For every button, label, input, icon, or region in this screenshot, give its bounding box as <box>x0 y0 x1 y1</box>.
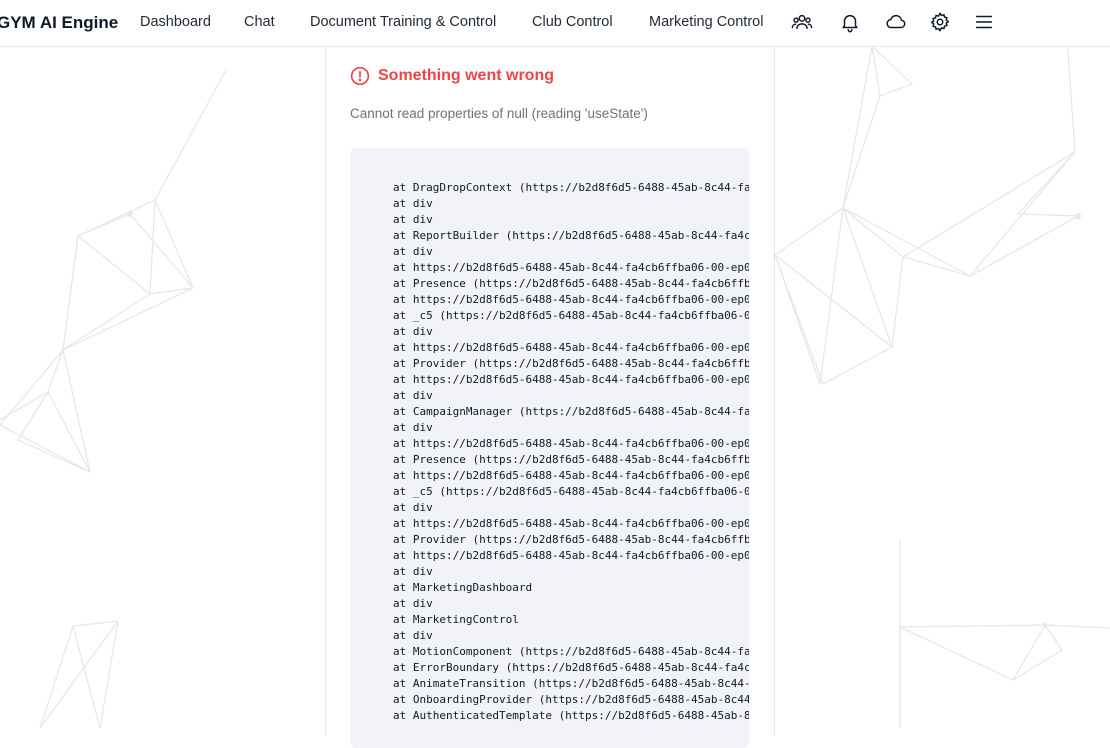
nav-document-training-control[interactable]: Document Training & Control <box>310 14 496 30</box>
stack-trace-line: at ErrorBoundary (https://b2d8f6d5-6488-… <box>393 661 749 674</box>
menu-icon[interactable] <box>973 11 995 33</box>
stack-trace-line: at Presence (https://b2d8f6d5-6488-45ab-… <box>393 453 749 466</box>
stack-trace-line: at AuthenticatedTemplate (https://b2d8f6… <box>393 709 749 722</box>
error-title: Something went wrong <box>378 67 554 84</box>
stack-trace-line: at div <box>393 389 433 402</box>
stack-trace-line: at https://b2d8f6d5-6488-45ab-8c44-fa4cb… <box>393 261 749 274</box>
nav-club-control[interactable]: Club Control <box>532 14 613 30</box>
error-card: Something went wrong Cannot read propert… <box>325 46 775 748</box>
nav-chat[interactable]: Chat <box>244 14 275 30</box>
users-icon[interactable] <box>791 11 813 33</box>
stack-trace-line: at div <box>393 325 433 338</box>
stack-trace-line: at Presence (https://b2d8f6d5-6488-45ab-… <box>393 277 749 290</box>
stack-trace-line: at AnimateTransition (https://b2d8f6d5-6… <box>393 677 749 690</box>
app-brand[interactable]: GYM AI Engine <box>0 13 118 33</box>
nav-marketing-control[interactable]: Marketing Control <box>649 14 763 30</box>
stack-trace-line: at div <box>393 421 433 434</box>
stack-trace-line: at div <box>393 501 433 514</box>
stack-trace-line: at _c5 (https://b2d8f6d5-6488-45ab-8c44-… <box>393 485 749 498</box>
gear-icon[interactable] <box>929 11 951 33</box>
stack-trace-line: at div <box>393 629 433 642</box>
error-message: Cannot read properties of null (reading … <box>350 106 648 121</box>
alert-circle-icon <box>350 66 370 86</box>
stack-trace-line: at MotionComponent (https://b2d8f6d5-648… <box>393 645 749 658</box>
stack-trace: at DragDropContext (https://b2d8f6d5-648… <box>393 180 749 724</box>
stack-trace-line: at div <box>393 597 433 610</box>
nav-dashboard[interactable]: Dashboard <box>140 14 211 30</box>
stack-trace-line: at ReportBuilder (https://b2d8f6d5-6488-… <box>393 229 749 242</box>
stack-trace-panel[interactable]: at DragDropContext (https://b2d8f6d5-648… <box>350 148 749 748</box>
stack-trace-line: at MarketingControl <box>393 613 519 626</box>
stack-trace-line: at MarketingDashboard <box>393 581 533 594</box>
stack-trace-line: at CampaignManager (https://b2d8f6d5-648… <box>393 405 749 418</box>
stack-trace-line: at https://b2d8f6d5-6488-45ab-8c44-fa4cb… <box>393 341 749 354</box>
stack-trace-line: at https://b2d8f6d5-6488-45ab-8c44-fa4cb… <box>393 517 749 530</box>
stack-trace-line: at div <box>393 197 433 210</box>
stack-trace-line: at div <box>393 213 433 226</box>
stack-trace-line: at https://b2d8f6d5-6488-45ab-8c44-fa4cb… <box>393 373 749 386</box>
bell-icon[interactable] <box>839 11 861 33</box>
stack-trace-line: at OnboardingProvider (https://b2d8f6d5-… <box>393 693 749 706</box>
stack-trace-line: at div <box>393 565 433 578</box>
top-navigation-bar: GYM AI Engine Dashboard Chat Document Tr… <box>0 0 1110 47</box>
stack-trace-line: at https://b2d8f6d5-6488-45ab-8c44-fa4cb… <box>393 293 749 306</box>
stack-trace-line: at Provider (https://b2d8f6d5-6488-45ab-… <box>393 533 749 546</box>
stack-trace-line: at div <box>393 245 433 258</box>
stack-trace-line: at https://b2d8f6d5-6488-45ab-8c44-fa4cb… <box>393 549 749 562</box>
stack-trace-line: at https://b2d8f6d5-6488-45ab-8c44-fa4cb… <box>393 437 749 450</box>
stack-trace-line: at https://b2d8f6d5-6488-45ab-8c44-fa4cb… <box>393 469 749 482</box>
cloud-icon[interactable] <box>885 11 907 33</box>
stack-trace-line: at _c5 (https://b2d8f6d5-6488-45ab-8c44-… <box>393 309 749 322</box>
stack-trace-line: at DragDropContext (https://b2d8f6d5-648… <box>393 181 749 194</box>
stack-trace-line: at Provider (https://b2d8f6d5-6488-45ab-… <box>393 357 749 370</box>
